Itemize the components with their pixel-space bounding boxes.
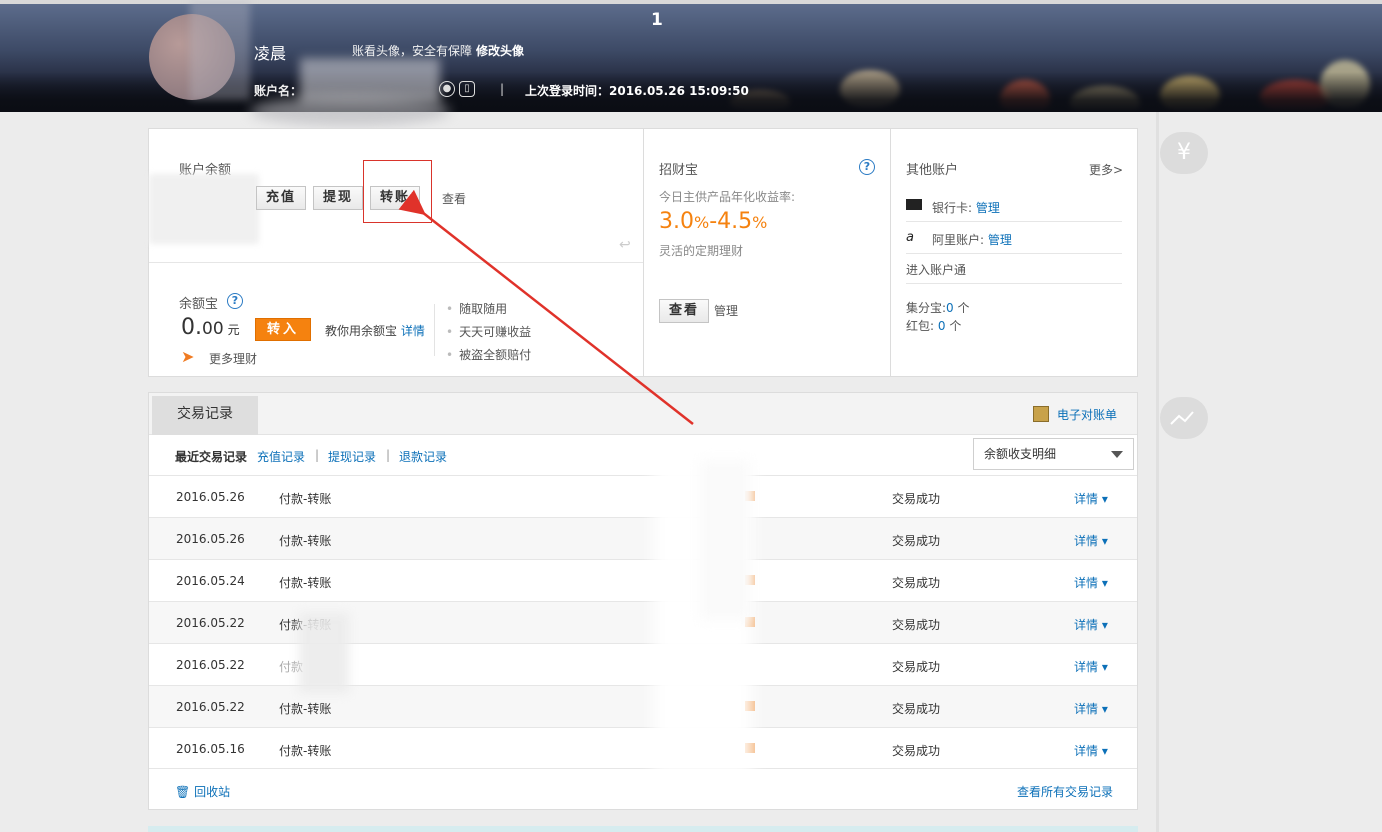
annotation-arrow [398, 189, 694, 425]
